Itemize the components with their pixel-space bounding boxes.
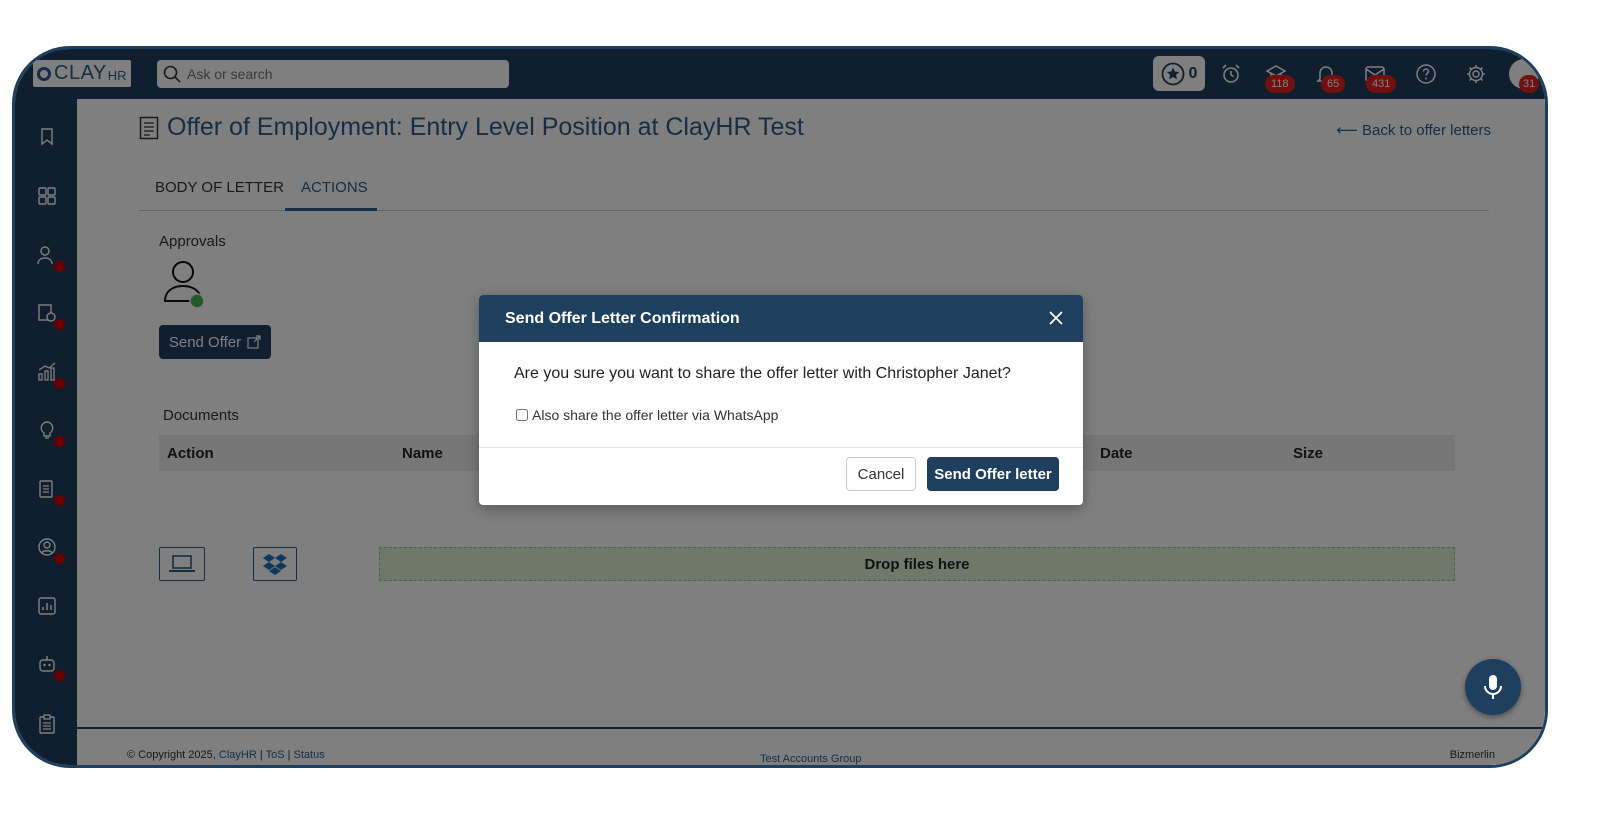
send-offer-confirmation-dialog: Send Offer Letter Confirmation Are you s… (479, 295, 1083, 505)
whatsapp-checkbox[interactable] (516, 409, 528, 421)
whatsapp-label: Also share the offer letter via WhatsApp (532, 407, 779, 423)
app-frame: CLAY HR 0 118 65 431 (12, 46, 1548, 768)
dialog-header: Send Offer Letter Confirmation (479, 295, 1083, 342)
dialog-question: Are you sure you want to share the offer… (514, 365, 1011, 382)
send-offer-letter-button[interactable]: Send Offer letter (927, 457, 1059, 491)
whatsapp-option[interactable]: Also share the offer letter via WhatsApp (516, 407, 778, 423)
cancel-button[interactable]: Cancel (846, 457, 916, 491)
close-icon[interactable] (1047, 309, 1065, 327)
dialog-footer: Cancel Send Offer letter (479, 447, 1083, 505)
microphone-icon (1484, 675, 1502, 699)
voice-assistant-button[interactable] (1465, 659, 1521, 715)
dialog-title: Send Offer Letter Confirmation (505, 309, 740, 327)
